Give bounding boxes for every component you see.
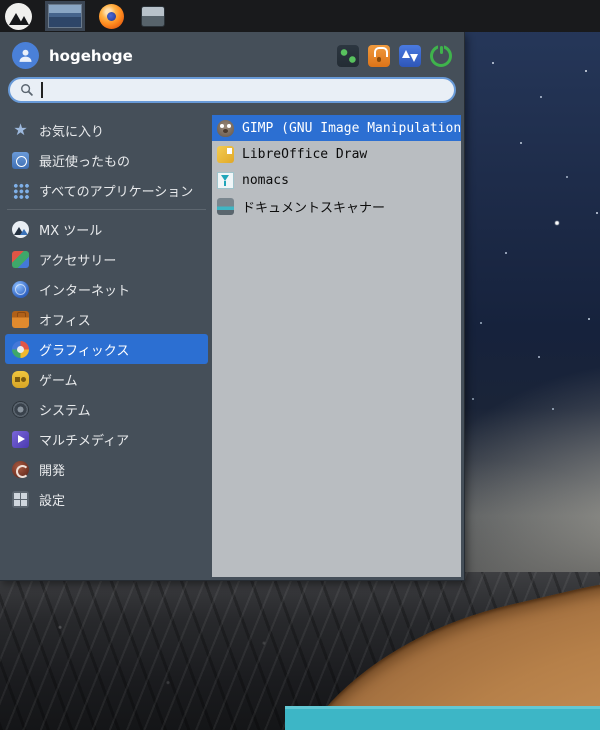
category-label: インターネット — [39, 283, 131, 299]
lock-screen-button[interactable] — [368, 44, 390, 67]
category-label: 最近使ったもの — [39, 154, 131, 170]
teal-window-edge[interactable] — [285, 706, 600, 730]
category-item-internet[interactable]: インターネット — [5, 274, 208, 304]
category-item-recently-used[interactable]: 最近使ったもの — [5, 145, 208, 175]
app-item-document-scanner[interactable]: ドキュメントスキャナー — [212, 193, 461, 219]
firefox-button[interactable] — [95, 1, 127, 31]
office-icon — [12, 310, 29, 328]
category-item-system[interactable]: システム — [5, 394, 208, 424]
switch-user-button[interactable] — [399, 44, 421, 67]
search-box[interactable] — [8, 77, 456, 103]
category-item-all-applications[interactable]: すべてのアプリケーション — [5, 175, 208, 205]
user-avatar[interactable] — [12, 42, 39, 69]
category-label: すべてのアプリケーション — [39, 184, 194, 200]
files-icon — [141, 5, 165, 27]
category-separator — [7, 209, 206, 210]
accessories-icon — [12, 250, 29, 268]
all-settings-button[interactable] — [337, 44, 359, 67]
taskbar — [0, 0, 600, 32]
tools-icon — [337, 44, 359, 67]
app-label: GIMP (GNU Image Manipulation … — [242, 120, 461, 136]
mx-tools-icon — [12, 220, 29, 238]
scanner-icon — [217, 197, 234, 215]
app-item-libreoffice-draw[interactable]: LibreOffice Draw — [212, 141, 461, 167]
magnifier-glyph — [21, 84, 33, 96]
mx-logo-icon — [5, 2, 32, 30]
person-icon — [19, 49, 32, 62]
gimp-icon — [217, 119, 234, 137]
category-label: 開発 — [39, 463, 66, 479]
session-logout-button[interactable] — [430, 43, 452, 67]
category-label: お気に入り — [39, 124, 105, 140]
category-item-mx-tools[interactable]: MX ツール — [5, 214, 208, 244]
category-label: 設定 — [39, 493, 66, 509]
category-label: アクセサリー — [39, 253, 117, 269]
lock-icon — [368, 44, 390, 67]
category-label: MX ツール — [39, 223, 103, 239]
taskbar-items — [2, 1, 169, 31]
category-item-favorites[interactable]: お気に入り — [5, 115, 208, 145]
category-label: マルチメディア — [39, 433, 130, 449]
category-item-development[interactable]: 開発 — [5, 454, 208, 484]
menu-header: hogehoge — [0, 32, 464, 75]
system-icon — [12, 400, 29, 418]
multimedia-icon — [12, 430, 29, 448]
menu-body: お気に入り最近使ったものすべてのアプリケーション MX ツールアクセサリーインター… — [0, 111, 464, 580]
switch-user-icon — [399, 44, 421, 67]
nomacs-icon — [217, 171, 234, 189]
file-manager-button[interactable] — [137, 1, 169, 31]
app-label: LibreOffice Draw — [242, 146, 368, 162]
recent-icon — [12, 151, 29, 169]
star-icon — [12, 121, 29, 139]
search-row — [0, 75, 464, 111]
text-cursor — [41, 82, 43, 98]
all-apps-icon — [12, 181, 29, 199]
graphics-icon — [12, 340, 29, 358]
category-label: オフィス — [39, 313, 91, 329]
username: hogehoge — [49, 46, 133, 65]
mx-menu-button[interactable] — [2, 1, 35, 31]
app-item-gimp[interactable]: GIMP (GNU Image Manipulation … — [212, 115, 461, 141]
firefox-icon — [98, 3, 124, 29]
internet-icon — [12, 280, 29, 298]
category-label: システム — [39, 403, 91, 419]
category-item-office[interactable]: オフィス — [5, 304, 208, 334]
search-icon — [20, 83, 34, 97]
window-icon — [48, 4, 82, 28]
active-window-button[interactable] — [45, 1, 85, 31]
app-list: GIMP (GNU Image Manipulation … LibreOffic… — [212, 115, 461, 577]
category-item-settings[interactable]: 設定 — [5, 484, 208, 514]
category-item-multimedia[interactable]: マルチメディア — [5, 424, 208, 454]
settings-icon — [12, 490, 29, 508]
category-item-accessories[interactable]: アクセサリー — [5, 244, 208, 274]
session-actions — [337, 43, 452, 67]
app-item-nomacs[interactable]: nomacs — [212, 167, 461, 193]
category-label: ゲーム — [39, 373, 78, 389]
app-label: ドキュメントスキャナー — [242, 200, 386, 216]
category-list: お気に入り最近使ったものすべてのアプリケーション MX ツールアクセサリーインター… — [5, 115, 208, 577]
search-input[interactable] — [50, 82, 444, 98]
games-icon — [12, 370, 29, 388]
category-item-graphics[interactable]: グラフィックス — [5, 334, 208, 364]
development-icon — [12, 460, 29, 478]
app-label: nomacs — [242, 172, 289, 188]
category-label: グラフィックス — [39, 343, 130, 359]
power-icon — [430, 43, 452, 67]
whisker-menu: hogehoge お気に入り最近使ったものすべてのアプリケーション MX ツールア… — [0, 32, 465, 581]
libreoffice-draw-icon — [217, 145, 234, 163]
category-item-games[interactable]: ゲーム — [5, 364, 208, 394]
